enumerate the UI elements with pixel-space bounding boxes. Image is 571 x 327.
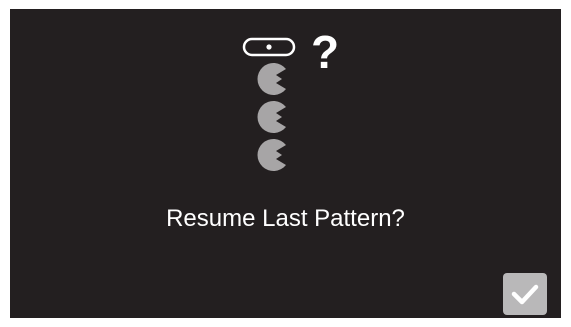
dialog-screen: ? Resume Last Pattern?	[10, 9, 561, 318]
stitch-pattern-icon	[242, 37, 296, 171]
resume-prompt-text: Resume Last Pattern?	[166, 205, 405, 232]
stitch-shape-icon	[257, 63, 286, 95]
checkmark-icon	[511, 284, 539, 305]
question-mark: ?	[311, 26, 340, 78]
needle-plate-icon	[242, 37, 296, 57]
confirm-button[interactable]	[503, 273, 547, 315]
stitch-shape-icon	[257, 139, 286, 171]
stitch-shape-icon	[257, 101, 286, 133]
